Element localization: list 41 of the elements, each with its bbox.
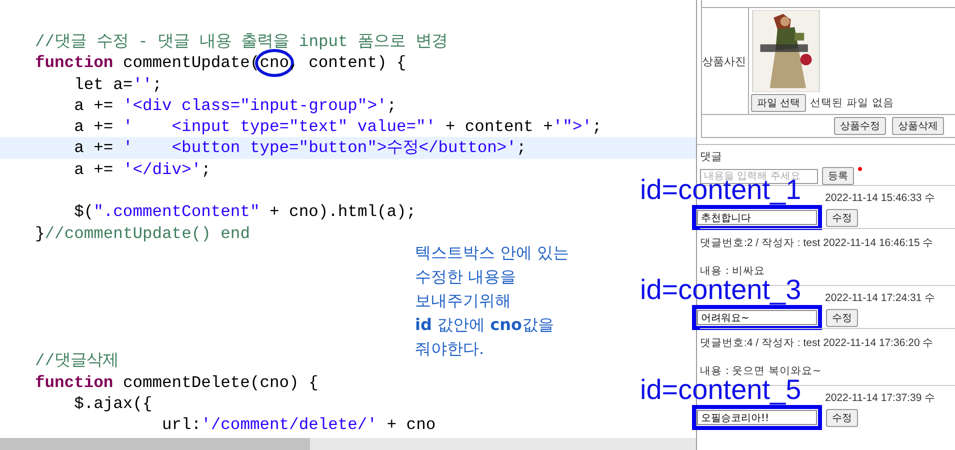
product-action-button[interactable]: 상품삭제 — [892, 117, 944, 135]
submit-button[interactable]: 등록 — [822, 167, 854, 185]
annotation-text: 줘야한다. — [415, 338, 486, 360]
product-action-button[interactable]: 상품수정 — [834, 117, 886, 135]
annotation-text: 수정한 내용을 — [415, 266, 518, 288]
edit-button[interactable]: 수정 — [826, 408, 858, 426]
code-line: $(".commentContent" + cno).html(a); — [73, 201, 416, 224]
dot-icon — [858, 167, 862, 171]
annotation-text: 보내주기위해 — [415, 290, 512, 312]
file-status-text: 선택된 파일 없음 — [810, 96, 894, 110]
edit-input[interactable]: 추천합니다 — [697, 210, 817, 225]
annotation-text: id 값안에 cno값을 — [415, 314, 555, 336]
comment-header: 댓글번호:4 / 작성자 : test 2022-11-14 17:36:20 수 — [700, 337, 935, 350]
code-line: a += '</div>'; — [73, 158, 211, 181]
comment-header: 2022-11-14 17:37:39 수 — [824, 392, 937, 405]
comment-header: 댓글번호:2 / 작성자 : test 2022-11-14 16:46:15 수 — [700, 237, 935, 250]
code-line: url:'/comment/delete/' + cno — [161, 414, 436, 436]
annotation-text: 텍스트박스 안에 있는 — [415, 242, 570, 264]
edit-button[interactable]: 수정 — [826, 208, 858, 226]
edit-input[interactable]: 어려워요~ — [697, 310, 817, 325]
comment-content: 내용 : 웃으면 복이와요~ — [700, 364, 822, 378]
horizontal-scrollbar[interactable] — [0, 438, 696, 450]
edit-button[interactable]: 수정 — [826, 308, 858, 326]
edit-input[interactable]: 오필승코리아!! — [697, 410, 817, 425]
code-line: //댓글삭제 — [35, 350, 119, 372]
code-line: let a=''; — [73, 74, 162, 96]
comments-title: 댓글 — [700, 149, 723, 164]
code-line: $.ajax({ — [73, 393, 152, 416]
annotation-label: id=content_3 — [640, 277, 802, 303]
file-select-button[interactable]: 파일 선택 — [751, 94, 806, 112]
code-line: a += '<div class="input-group">'; — [73, 94, 397, 117]
code-line: a += ' <button type="button">수정</button>'; — [73, 137, 526, 160]
code-line: }//commentUpdate() end — [35, 222, 250, 245]
photo-label: 상품사진 — [702, 54, 746, 68]
comment-header: 2022-11-14 15:46:33 수 — [824, 192, 937, 205]
annotation-label: id=content_5 — [640, 377, 802, 403]
comment-header: 2022-11-14 17:24:31 수 — [824, 292, 937, 305]
comment-content: 내용 : 비싸요 — [700, 264, 766, 278]
code-line: //댓글 수정 - 댓글 내용 출력을 input 폼으로 변경 — [35, 31, 448, 53]
code-line: function commentDelete(cno) { — [35, 372, 318, 394]
code-line: a += ' <input type="text" value="' + content +'">'; — [73, 116, 602, 138]
